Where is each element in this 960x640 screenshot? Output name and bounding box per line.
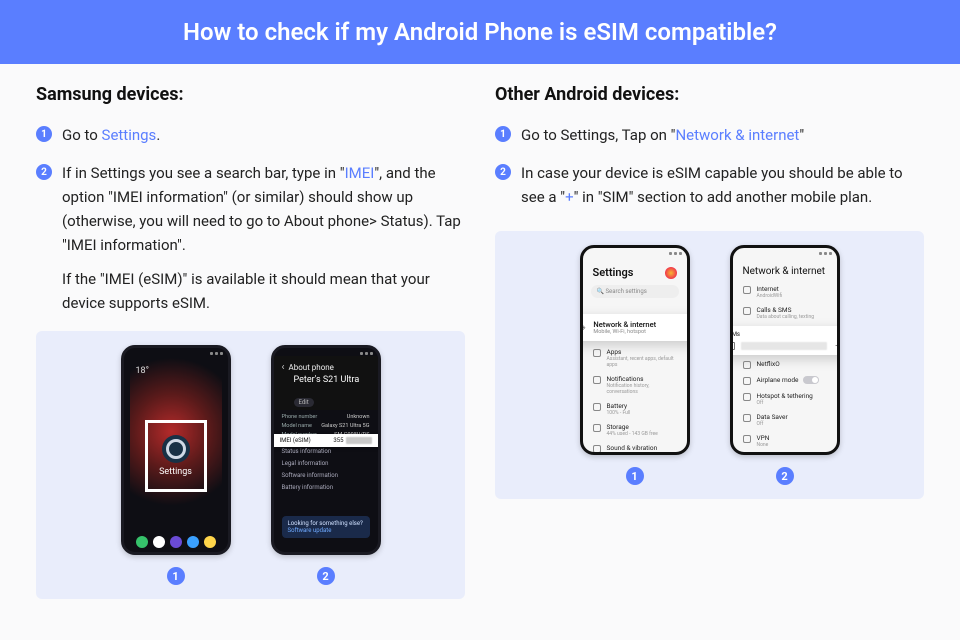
step-number-badge: 2	[495, 164, 511, 180]
samsung-shot-1: 18° Settings 1	[121, 345, 231, 585]
wifi-icon: ◈	[580, 323, 586, 333]
android-heading: Other Android devices:	[495, 84, 924, 105]
redacted-value	[741, 342, 827, 350]
samsung-step-1: 1 Go to Settings.	[36, 123, 465, 147]
sims-popup: SIMs +	[730, 326, 840, 355]
settings-label: Settings	[159, 467, 192, 477]
redacted-value	[346, 437, 372, 444]
sim-icon	[730, 342, 735, 350]
app-dock	[124, 536, 228, 548]
android-shot-1: Settings 🔍 Search settings ◈ Network & i…	[580, 245, 690, 485]
ni-top-list: InternetAndroidWifiCalls & SMSData about…	[733, 285, 837, 320]
info-sections: Status informationLegal informationSoftw…	[282, 448, 370, 491]
android-step-1: 1 Go to Settings, Tap on "Network & inte…	[495, 123, 924, 147]
avatar-icon	[665, 267, 677, 279]
samsung-column: Samsung devices: 1 Go to Settings. 2 If …	[36, 84, 465, 599]
about-phone-title: About phone	[282, 362, 370, 373]
step-number-badge: 2	[36, 164, 52, 180]
android-screenshots: Settings 🔍 Search settings ◈ Network & i…	[495, 231, 924, 499]
step-text: If in Settings you see a search bar, typ…	[62, 161, 465, 315]
add-sim-plus-icon: +	[833, 341, 840, 350]
samsung-step-2: 2 If in Settings you see a search bar, t…	[36, 161, 465, 315]
page-title: How to check if my Android Phone is eSIM…	[183, 18, 777, 46]
settings-list: AppsAssistant, recent apps, default apps…	[593, 348, 677, 453]
weather-widget: 18°	[136, 366, 149, 376]
imei-link[interactable]: IMEI	[345, 164, 375, 182]
screenshot-number-badge: 2	[317, 567, 335, 585]
imei-esim-highlight: IMEI (eSIM) 355	[271, 434, 381, 447]
device-name: Peter's S21 Ultra	[282, 373, 370, 389]
edit-button: Edit	[294, 398, 314, 407]
phone-mock: About phone Peter's S21 Ultra Edit Phone…	[271, 345, 381, 555]
samsung-shot-2: About phone Peter's S21 Ultra Edit Phone…	[271, 345, 381, 585]
settings-app-highlight: Settings	[145, 420, 207, 492]
network-internet-link[interactable]: Network & internet	[675, 126, 799, 144]
screenshot-number-badge: 1	[626, 467, 644, 485]
settings-link[interactable]: Settings	[102, 126, 157, 144]
step-text: Go to Settings, Tap on "Network & intern…	[521, 123, 804, 147]
screenshot-number-badge: 2	[776, 467, 794, 485]
phone-mock: 18° Settings	[121, 345, 231, 555]
android-column: Other Android devices: 1 Go to Settings,…	[495, 84, 924, 599]
step-text: In case your device is eSIM capable you …	[521, 161, 924, 209]
samsung-heading: Samsung devices:	[36, 84, 465, 105]
network-internet-title: Network & internet	[733, 256, 837, 285]
looking-for-card: Looking for something else? Software upd…	[282, 516, 370, 538]
imei-label: IMEI (eSIM)	[280, 437, 311, 444]
phone-mock: Settings 🔍 Search settings ◈ Network & i…	[580, 245, 690, 455]
step-text: Go to Settings.	[62, 123, 160, 147]
plus-link[interactable]: +	[565, 188, 574, 206]
search-settings-field: 🔍 Search settings	[591, 285, 679, 298]
step-number-badge: 1	[36, 126, 52, 142]
gear-icon	[162, 435, 190, 463]
android-shot-2: Network & internet InternetAndroidWifiCa…	[730, 245, 840, 485]
ni-bottom-list: NetflixOAirplane modeHotspot & tethering…	[733, 360, 837, 455]
android-step-2: 2 In case your device is eSIM capable yo…	[495, 161, 924, 209]
settings-title: Settings	[593, 266, 634, 279]
content-columns: Samsung devices: 1 Go to Settings. 2 If …	[0, 64, 960, 599]
step-extra-text: If the "IMEI (eSIM)" is available it sho…	[62, 267, 465, 315]
network-internet-popup: ◈ Network & internet Mobile, Wi-Fi, hots…	[580, 314, 690, 341]
phone-mock: Network & internet InternetAndroidWifiCa…	[730, 245, 840, 455]
page-header: How to check if my Android Phone is eSIM…	[0, 0, 960, 64]
airplane-toggle	[803, 376, 819, 384]
samsung-screenshots: 18° Settings 1 About phone Peter's S21 U…	[36, 331, 465, 599]
screenshot-number-badge: 1	[167, 567, 185, 585]
step-number-badge: 1	[495, 126, 511, 142]
